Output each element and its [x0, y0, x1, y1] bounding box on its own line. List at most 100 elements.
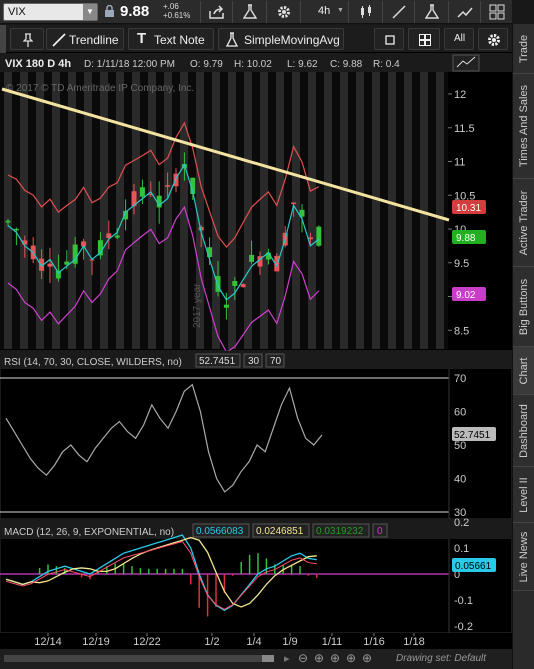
symbol-input[interactable]: VIX ▼ [3, 3, 98, 21]
studies-button[interactable] [232, 1, 266, 23]
upper-price-text: 10.31 [456, 203, 481, 214]
layout-button[interactable] [408, 28, 440, 50]
session-stripe [356, 72, 364, 349]
right-sidebar: Trade Times And Sales Active Trader Big … [512, 24, 534, 669]
macd-tick: 0.1 [454, 543, 469, 555]
lock-icon[interactable] [104, 5, 115, 17]
macd-last-label: 0.05661 [452, 558, 496, 572]
sma-label: SimpleMovingAvg [244, 33, 340, 47]
rsi-panel: RSI (14, 70, 30, CLOSE, WILDERS, no) 52.… [0, 350, 512, 520]
studies-menu-button[interactable] [414, 1, 448, 23]
last-price-text: 9.88 [456, 233, 476, 244]
tab-level-ii[interactable]: Level II [513, 467, 534, 523]
price-panel: VIX 180 D 4h D: 1/11/18 12:00 PM O: 9.79… [0, 53, 512, 353]
text-note-tool[interactable]: T Text Note [128, 28, 214, 50]
macd-zero: 0 [377, 526, 383, 537]
date-tick: 12/22 [133, 636, 161, 648]
macd-tick: -0.1 [454, 595, 473, 607]
candlestick-icon [360, 5, 371, 18]
session-stripe [388, 72, 396, 349]
settings-button[interactable] [266, 1, 300, 23]
change-pct: +0.61% [163, 11, 191, 20]
price-tick: 11.5 [454, 123, 475, 135]
trendline-tool[interactable]: Trendline [46, 28, 124, 50]
trendline-label: Trendline [69, 33, 119, 47]
candle-body [232, 281, 238, 286]
rsi-tick: 70 [454, 373, 466, 385]
scrollbar-thumb[interactable] [262, 655, 274, 662]
aggregation-button[interactable]: 4h ▼ [300, 1, 348, 23]
tab-label: Level II [518, 476, 530, 513]
date-tick: 1/2 [204, 636, 219, 648]
session-stripe [180, 72, 188, 349]
last-price-label: 9.88 [452, 230, 486, 244]
pencil-icon [391, 5, 406, 19]
zoom-fit-icon[interactable]: ⊕ [362, 651, 372, 665]
maximize-button[interactable] [374, 28, 404, 50]
date-tick: 12/19 [82, 636, 110, 648]
link-button[interactable] [480, 1, 512, 23]
session-stripe [52, 72, 60, 349]
tab-chart[interactable]: Chart [513, 347, 534, 395]
session-stripe [4, 72, 12, 349]
aggregation-label: 4h [318, 5, 331, 17]
session-stripe [276, 72, 284, 349]
quick-chart-button[interactable] [448, 1, 480, 23]
date-tick: 1/9 [282, 636, 297, 648]
macd-last-text: 0.05661 [455, 561, 492, 572]
tab-live-news[interactable]: Live News [513, 523, 534, 591]
zoom-reset-icon[interactable]: ⊕ [346, 651, 356, 665]
share-button[interactable] [200, 1, 232, 23]
text-icon: T [137, 30, 147, 47]
lower-price-label: 9.02 [452, 287, 486, 301]
price-tick: 12 [454, 89, 466, 101]
candle-body [240, 284, 246, 288]
session-stripe [244, 72, 252, 349]
rsi-tick: 60 [454, 407, 466, 419]
zoom-out-icon[interactable]: ⊖ [298, 651, 308, 665]
scroll-right-icon[interactable]: ▸ [284, 652, 290, 665]
session-stripe [308, 72, 316, 349]
grid-icon [419, 34, 431, 46]
price-tick: 9.5 [454, 258, 469, 270]
rsi-ob: 30 [248, 356, 260, 367]
flask-icon [424, 4, 439, 19]
gear-icon [277, 6, 290, 18]
tab-trade[interactable]: Trade [513, 24, 534, 74]
chevron-down-icon[interactable]: ▼ [83, 4, 97, 20]
tab-active-trader[interactable]: Active Trader [513, 179, 534, 267]
candle-body [165, 185, 171, 187]
rsi-tick: 50 [454, 440, 466, 452]
ohlc-open: O: 9.79 [190, 59, 223, 70]
all-button[interactable]: All [444, 28, 474, 50]
gear-icon [488, 34, 500, 46]
session-stripe [100, 72, 108, 349]
macd-label: MACD (12, 26, 9, EXPONENTIAL, no) [4, 527, 174, 538]
sma-tool[interactable]: SimpleMovingAvg [218, 28, 344, 50]
zoom-in-icon[interactable]: ⊕ [314, 651, 324, 665]
horizontal-scrollbar[interactable] [4, 655, 274, 662]
all-label: All [454, 33, 466, 44]
rsi-os: 70 [270, 356, 282, 367]
tab-big-buttons[interactable]: Big Buttons [513, 267, 534, 347]
chart-settings-button[interactable] [478, 28, 508, 50]
tab-times-and-sales[interactable]: Times And Sales [513, 74, 534, 179]
tab-label: Live News [518, 531, 530, 582]
year-watermark: 2017 year [192, 283, 203, 328]
ohlc-range: R: 0.4 [373, 59, 400, 70]
tab-dashboard[interactable]: Dashboard [513, 395, 534, 467]
drawing-toggle-button[interactable] [382, 1, 414, 23]
drag-handle[interactable] [0, 25, 6, 53]
date-tick: 1/16 [363, 636, 384, 648]
candle-body [5, 220, 11, 223]
macd-panel: MACD (12, 26, 9, EXPONENTIAL, no) 0.0566… [0, 517, 512, 649]
zoom-box-icon[interactable]: ⊕ [330, 651, 340, 665]
candle-body [223, 304, 229, 308]
candle-body [13, 228, 19, 231]
chart-style-button[interactable] [348, 1, 382, 23]
chart-area[interactable]: VIX 180 D 4h D: 1/11/18 12:00 PM O: 9.79… [0, 53, 512, 649]
candle-body [316, 226, 322, 246]
pin-button[interactable] [10, 28, 44, 50]
tab-label: Times And Sales [518, 84, 530, 168]
candle-body [47, 263, 53, 267]
